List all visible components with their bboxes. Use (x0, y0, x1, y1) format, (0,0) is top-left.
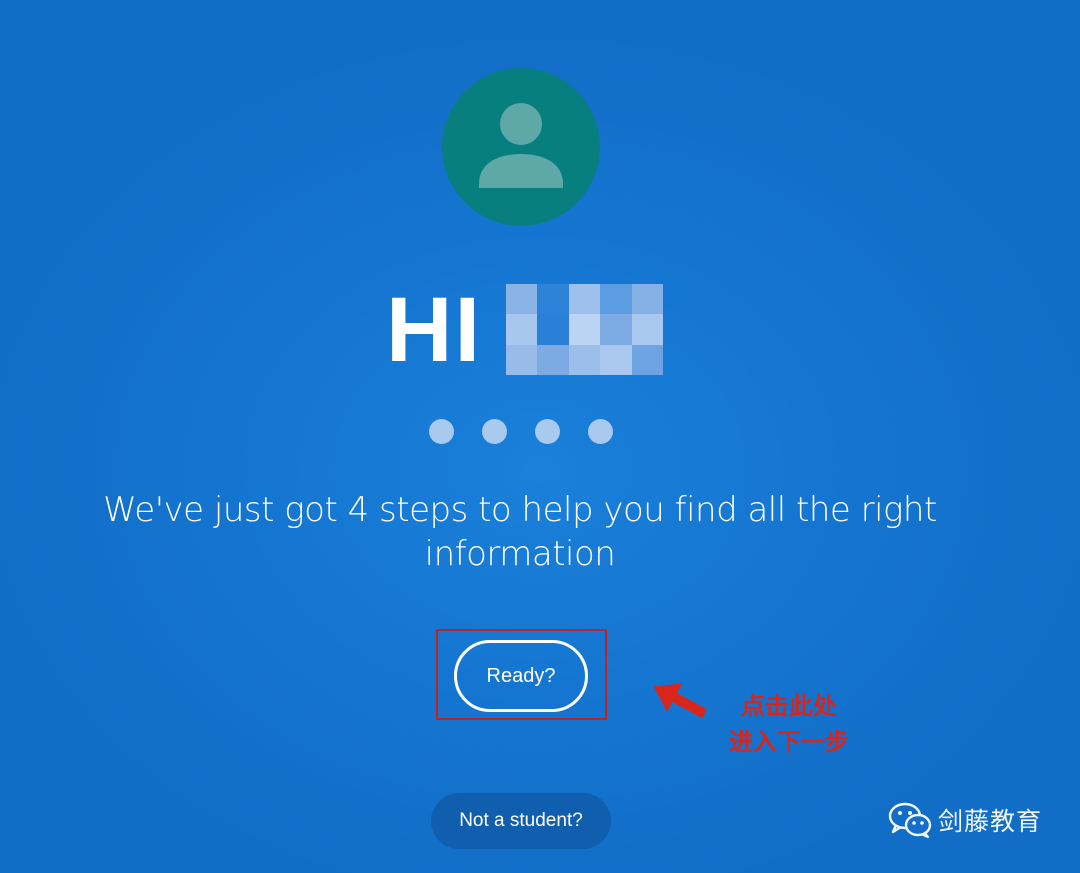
step-dot (482, 419, 507, 444)
not-a-student-button[interactable]: Not a student? (431, 793, 611, 849)
annotation-line-1: 点击此处 (741, 692, 837, 720)
watermark: 剑藤教育 (888, 802, 1042, 838)
ready-button[interactable]: Ready? (454, 640, 588, 712)
step-dot (535, 419, 560, 444)
watermark-text: 剑藤教育 (938, 807, 1043, 836)
intro-message: We've just got 4 steps to help you find … (103, 490, 937, 574)
redacted-student-name (506, 284, 663, 375)
person-icon (479, 103, 563, 188)
greeting-text: HI (386, 279, 482, 381)
greeting: HI (386, 283, 482, 377)
step-dot (429, 419, 454, 444)
step-progress-dots (429, 419, 613, 444)
wechat-icon (888, 802, 932, 838)
user-avatar (442, 68, 600, 226)
annotation-arrow-icon (653, 683, 707, 718)
annotation-line-2: 进入下一步 (729, 728, 849, 756)
step-dot (588, 419, 613, 444)
annotation-text: 点击此处 进入下一步 (714, 688, 864, 760)
